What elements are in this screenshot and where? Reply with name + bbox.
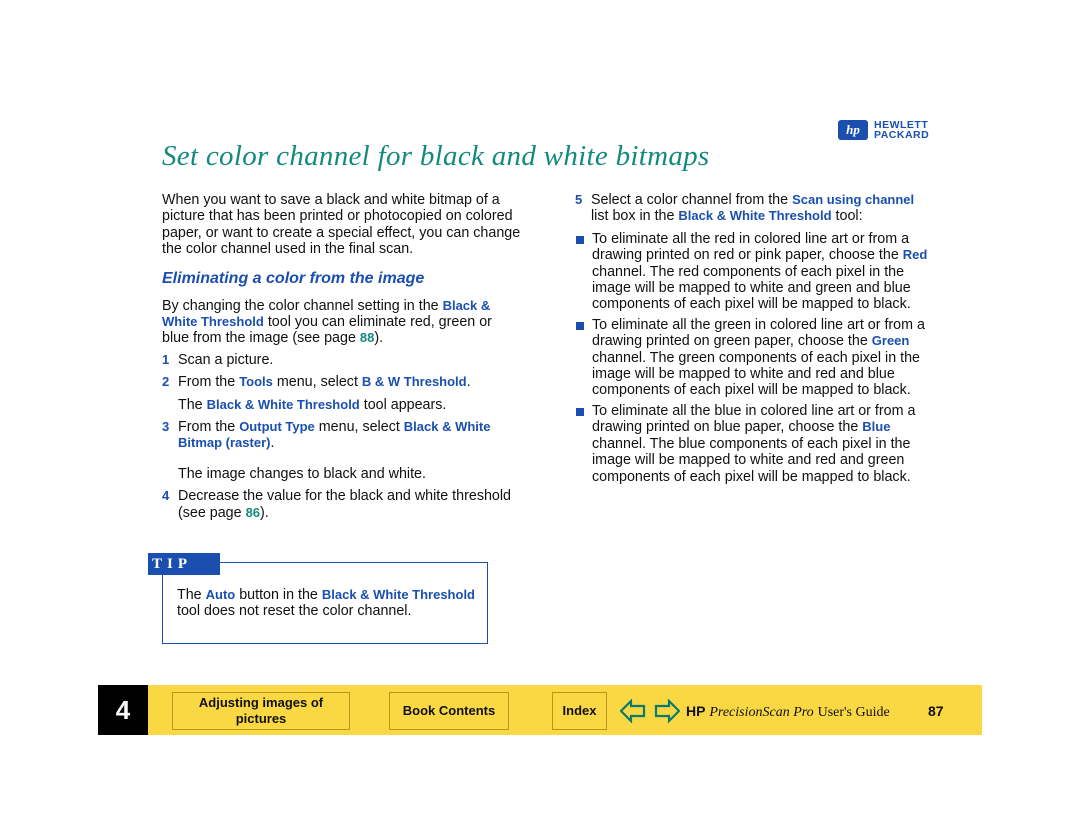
bullet-green: To eliminate all the green in colored li…: [575, 317, 935, 399]
ui-term: Tools: [239, 374, 273, 390]
step-1: 1 Scan a picture.: [162, 351, 274, 368]
ui-term: Green: [871, 333, 910, 349]
text-run: menu, select: [314, 419, 404, 436]
text-run: tool:: [831, 208, 863, 225]
tip-label: TIP: [148, 553, 220, 575]
step-3-result: The image changes to black and white.: [178, 466, 522, 482]
step-3: 3 From the Output Type menu, select Black…: [162, 419, 491, 452]
ui-term: Output Type: [239, 419, 315, 435]
book-contents-button[interactable]: Book Contents: [389, 692, 509, 730]
text-run: list box in the: [591, 208, 679, 225]
text-run: tool appears.: [359, 396, 447, 413]
logo-line2: PACKARD: [874, 129, 930, 141]
text-run: .: [466, 374, 471, 391]
text-run: Select a color channel from the: [591, 192, 793, 208]
text-run: From the: [178, 419, 240, 436]
body-paragraph: By changing the color channel setting in…: [162, 298, 522, 347]
text-run: tool does not reset the color channel.: [177, 603, 412, 620]
ui-term: Black & White Threshold: [206, 396, 360, 412]
text-run: The image changes to black and white.: [178, 465, 426, 482]
ui-term: Black & White Threshold: [321, 587, 475, 602]
hp-logo-mark: hp: [838, 120, 868, 140]
text-run: The: [177, 587, 206, 603]
section-button[interactable]: Adjusting images of pictures: [172, 692, 350, 730]
bullet-blue: To eliminate all the blue in colored lin…: [575, 403, 935, 485]
text-run: From the: [178, 374, 240, 391]
text-run: Scan a picture.: [178, 351, 274, 368]
step-2: 2 From the Tools menu, select B & W Thres…: [162, 374, 471, 391]
text-run: Decrease the value for the black and whi…: [178, 488, 511, 521]
page-number: 87: [928, 703, 944, 719]
bullet-square-icon: [576, 407, 584, 416]
guide-title: HP PrecisionScan Pro User's Guide: [686, 703, 890, 720]
ui-term: Red: [902, 247, 928, 263]
manual-page: hp HEWLETT PACKARD Set color channel for …: [0, 0, 1080, 834]
text-run: channel. The green components of each pi…: [592, 349, 920, 399]
text-run: By changing the color channel setting in…: [162, 297, 443, 314]
bullet-square-icon: [576, 321, 584, 330]
tip-text: The Auto button in the Black & White Thr…: [177, 587, 477, 620]
ui-term: Blue: [862, 419, 891, 435]
ui-term: 88: [359, 330, 375, 346]
left-column: When you want to save a black and white …: [162, 192, 522, 527]
intro-paragraph: When you want to save a black and white …: [162, 192, 522, 258]
step-2-result: The Black & White Threshold tool appears…: [178, 397, 522, 413]
footer-bar: 4 Adjusting images of pictures Book Cont…: [98, 685, 982, 735]
text-run: ).: [260, 504, 269, 521]
text-run: button in the: [235, 587, 322, 603]
ui-term: Scan using channel: [792, 192, 915, 207]
right-column: 5 Select a color channel from the Scan us…: [575, 192, 935, 489]
step-4: 4 Decrease the value for the black and wh…: [162, 488, 511, 521]
text-run: The: [178, 396, 207, 413]
ui-term: 86: [245, 504, 261, 520]
chapter-number: 4: [98, 685, 148, 735]
page-title: Set color channel for black and white bi…: [162, 140, 710, 172]
subheading: Eliminating a color from the image: [162, 269, 425, 287]
text-run: channel. The blue components of each pix…: [592, 435, 911, 485]
text-run: menu, select: [272, 374, 362, 391]
hp-logo: hp HEWLETT PACKARD: [838, 120, 929, 140]
ui-term: B & W Threshold: [361, 374, 467, 390]
text-run: ).: [374, 330, 384, 347]
text-run: .: [270, 435, 275, 452]
bullet-square-icon: [576, 235, 584, 244]
ui-term: Black & White Threshold: [678, 208, 832, 224]
index-button[interactable]: Index: [552, 692, 607, 730]
arrow-left-icon[interactable]: [620, 699, 646, 723]
text-run: channel. The red components of each pixe…: [592, 263, 911, 313]
step-5: 5 Select a color channel from the Scan us…: [575, 192, 915, 225]
text-run: To eliminate all the red in colored line…: [592, 230, 910, 264]
text-run: When you want to save a black and white …: [162, 192, 521, 258]
arrow-right-icon[interactable]: [654, 699, 680, 723]
bullet-red: To eliminate all the red in colored line…: [575, 231, 935, 313]
ui-term: Auto: [205, 587, 236, 602]
